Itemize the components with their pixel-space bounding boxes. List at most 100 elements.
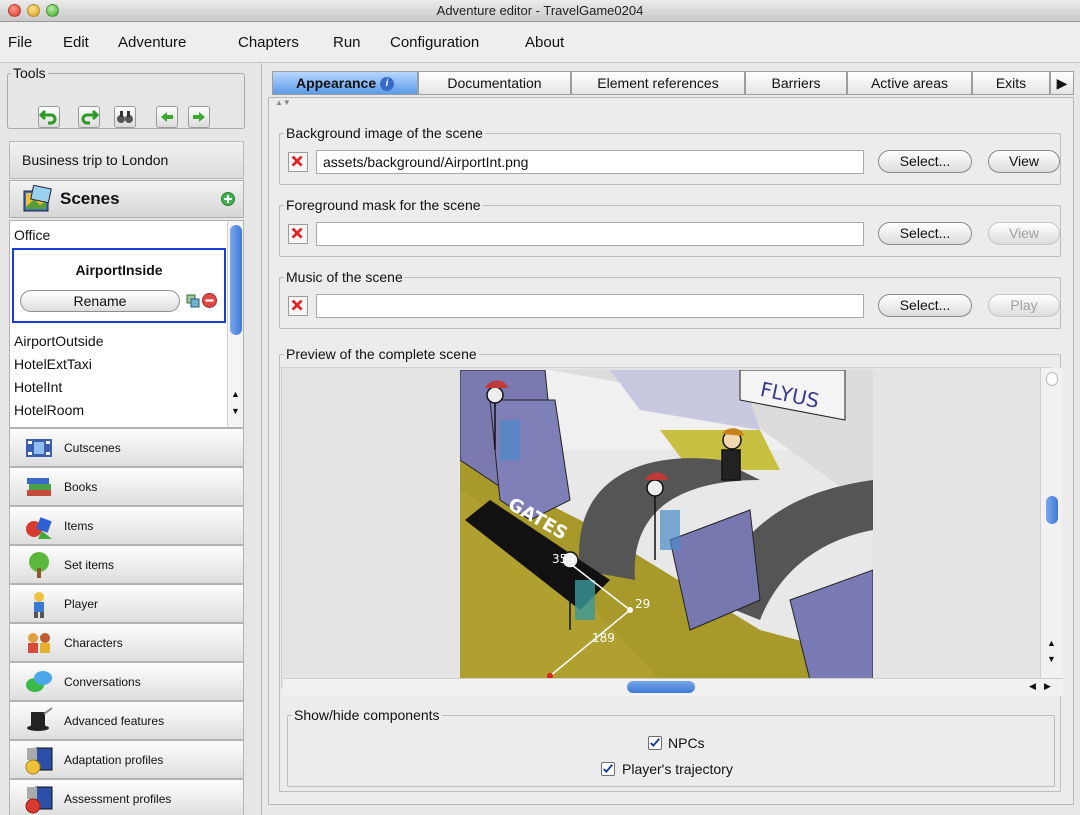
music-path-field[interactable] (316, 294, 864, 318)
trajectory-checkbox[interactable] (601, 762, 615, 776)
tab-appearance-label: Appearance (295, 75, 377, 91)
duplicate-icon[interactable] (186, 294, 200, 308)
category-items[interactable]: Items (9, 506, 244, 545)
category-adaptation-profiles[interactable]: Adaptation profiles (9, 740, 244, 779)
clear-background-button[interactable] (288, 152, 308, 172)
background-path-field[interactable]: assets/background/AirportInt.png (316, 150, 864, 174)
preview-vertical-scrollbar[interactable]: ▲ ▼ (1040, 368, 1062, 678)
menu-run[interactable]: Run (333, 22, 361, 63)
menu-adventure[interactable]: Adventure (118, 22, 186, 63)
background-view-button[interactable]: View (988, 150, 1060, 173)
scroll-up-arrow-icon[interactable]: ▲ (1047, 638, 1056, 648)
player-icon (34, 592, 44, 618)
items-icon (26, 517, 52, 539)
background-label: Background image of the scene (284, 125, 485, 141)
foreground-view-button[interactable]: View (988, 222, 1060, 245)
menu-bar: File Edit Adventure Chapters Run Configu… (0, 22, 1080, 63)
sidebar: Tools Business trip to London Scenes Off… (0, 63, 262, 815)
scroll-left-arrow-icon[interactable]: ◀ (1029, 681, 1036, 692)
foreground-select-button[interactable]: Select... (878, 222, 972, 245)
delete-x-icon (291, 227, 303, 239)
delete-x-icon (291, 299, 303, 311)
tools-label: Tools (11, 65, 48, 81)
selected-scene[interactable]: AirportInside Rename (12, 248, 226, 323)
npcs-label: NPCs (668, 735, 705, 751)
preview-horizontal-scrollbar[interactable]: ◀ ▶ (283, 678, 1063, 696)
tab-barriers[interactable]: Barriers (745, 71, 847, 95)
maximize-window-button[interactable] (46, 4, 59, 17)
preview-canvas-area[interactable]: FLYUS GATES 359 29 189 (281, 367, 1051, 687)
redo-button[interactable] (78, 106, 100, 128)
scene-item-hotelint[interactable]: HotelInt (14, 379, 62, 395)
preview-v-scroll-thumb[interactable] (1046, 496, 1058, 524)
scroll-up-arrow-icon[interactable]: ▲ (231, 389, 240, 399)
category-conversations[interactable]: Conversations (9, 662, 244, 701)
close-window-button[interactable] (8, 4, 21, 17)
scenes-list: Office AirportInside Rename AirportOutsi… (9, 220, 244, 428)
category-characters[interactable]: Characters (9, 623, 244, 662)
scene-item-hotelexttaxi[interactable]: HotelExtTaxi (14, 356, 92, 372)
tab-documentation[interactable]: Documentation (418, 71, 571, 95)
tab-active-areas[interactable]: Active areas (847, 71, 972, 95)
selected-scene-name: AirportInside (75, 262, 163, 278)
menu-chapters[interactable]: Chapters (238, 22, 299, 63)
scroll-down-arrow-icon[interactable]: ▼ (231, 406, 240, 416)
category-books-label: Books (64, 480, 98, 494)
background-select-button[interactable]: Select... (878, 150, 972, 173)
checkmark-icon (603, 764, 613, 773)
scene-item-hotelroom[interactable]: HotelRoom (14, 402, 84, 418)
menu-edit[interactable]: Edit (63, 22, 89, 63)
preview-label: Preview of the complete scene (284, 346, 479, 362)
foreground-label: Foreground mask for the scene (284, 197, 483, 213)
forward-button[interactable] (188, 106, 210, 128)
category-assessment-profiles[interactable]: Assessment profiles (9, 779, 244, 815)
add-scene-icon[interactable] (221, 192, 235, 206)
appearance-panel: ▲▼ Background image of the scene assets/… (268, 97, 1074, 805)
tab-exits[interactable]: Exits (972, 71, 1050, 95)
category-books[interactable]: Books (9, 467, 244, 506)
delete-scene-icon[interactable] (202, 293, 217, 308)
characters-icon (28, 633, 50, 653)
books-icon (27, 478, 51, 496)
category-advanced-features[interactable]: Advanced features (9, 701, 244, 740)
menu-about[interactable]: About (525, 22, 564, 63)
undo-icon (38, 109, 57, 125)
tab-scroll-right[interactable]: ▶ (1050, 71, 1074, 95)
category-player[interactable]: Player (9, 584, 244, 623)
category-player-label: Player (64, 597, 99, 611)
category-advanced-features-label: Advanced features (64, 714, 165, 728)
scene-item-office[interactable]: Office (14, 227, 50, 243)
scenes-scroll-thumb[interactable] (230, 225, 242, 335)
collapse-arrows-icon[interactable]: ▲▼ (275, 98, 291, 107)
scenes-icon (23, 185, 52, 212)
npcs-checkbox[interactable] (648, 736, 662, 750)
menu-configuration[interactable]: Configuration (390, 22, 479, 63)
category-set-items[interactable]: Set items (9, 545, 244, 584)
scene-preview-image[interactable]: FLYUS GATES 359 29 189 (460, 370, 873, 680)
scenes-scrollbar[interactable]: ▲ ▼ (227, 221, 243, 427)
scene-illustration: FLYUS GATES 359 29 189 (460, 370, 873, 680)
scenes-header[interactable]: Scenes (9, 180, 244, 218)
adaptation-profile-icon (25, 747, 53, 775)
search-button[interactable] (114, 106, 136, 128)
category-cutscenes[interactable]: Cutscenes (9, 428, 244, 467)
clear-foreground-button[interactable] (288, 224, 308, 244)
preview-v-scroll-top-cap (1046, 372, 1058, 386)
scene-item-airportoutside[interactable]: AirportOutside (14, 333, 103, 349)
clear-music-button[interactable] (288, 296, 308, 316)
menu-file[interactable]: File (8, 22, 32, 63)
minimize-window-button[interactable] (27, 4, 40, 17)
preview-h-scroll-thumb[interactable] (627, 681, 695, 693)
back-button[interactable] (156, 106, 178, 128)
music-play-button[interactable]: Play (988, 294, 1060, 317)
music-select-button[interactable]: Select... (878, 294, 972, 317)
undo-button[interactable] (38, 106, 60, 128)
adventure-title[interactable]: Business trip to London (9, 141, 244, 179)
tab-element-references[interactable]: Element references (571, 71, 745, 95)
scroll-right-arrow-icon[interactable]: ▶ (1044, 681, 1051, 692)
delete-x-icon (291, 155, 303, 167)
foreground-path-field[interactable] (316, 222, 864, 246)
scroll-down-arrow-icon[interactable]: ▼ (1047, 654, 1056, 664)
rename-button[interactable]: Rename (20, 290, 180, 312)
tab-appearance[interactable]: Appearance i (272, 71, 418, 95)
